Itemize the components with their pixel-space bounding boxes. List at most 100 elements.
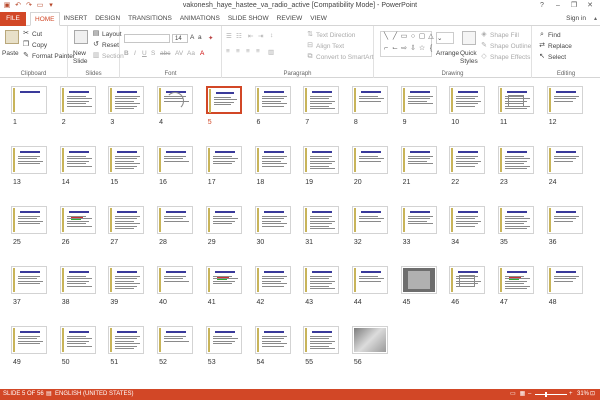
slide-thumbnail[interactable] xyxy=(205,266,242,294)
slide-thumbnail[interactable] xyxy=(303,86,340,114)
find-button[interactable]: ⌕ Find xyxy=(538,31,561,39)
restore-button[interactable]: ❐ xyxy=(566,0,582,11)
cut-button[interactable]: ✂ Cut xyxy=(22,30,42,38)
arrow-right-shape-icon[interactable]: ⇨ xyxy=(400,45,408,52)
shadow-button[interactable]: S xyxy=(151,50,155,57)
slide-thumbnail[interactable] xyxy=(205,146,242,174)
fit-to-window-icon[interactable]: ⊡ xyxy=(590,389,595,400)
new-slide-button-label2[interactable]: Slide xyxy=(73,58,87,65)
slide-thumbnail[interactable] xyxy=(546,146,583,174)
slide-thumbnail[interactable] xyxy=(108,326,145,354)
tab-review[interactable]: REVIEW xyxy=(273,12,307,26)
slide-thumbnail[interactable] xyxy=(157,146,194,174)
italic-button[interactable]: I xyxy=(134,50,136,57)
align-center-icon[interactable]: ≡ xyxy=(236,48,240,55)
section-button[interactable]: ▥ Section xyxy=(92,52,124,60)
minimize-button[interactable]: – xyxy=(550,0,566,11)
slide-thumbnail[interactable] xyxy=(400,86,437,114)
slide-thumbnail[interactable] xyxy=(108,86,145,114)
align-left-icon[interactable]: ≡ xyxy=(226,48,230,55)
triangle-shape-icon[interactable]: △ xyxy=(427,33,435,40)
slide-thumbnail[interactable] xyxy=(498,266,534,294)
columns-icon[interactable]: ▥ xyxy=(268,48,274,56)
slide-thumbnail[interactable] xyxy=(157,86,194,114)
copy-button[interactable]: ❐ Copy xyxy=(22,41,47,49)
slide-thumbnail[interactable] xyxy=(157,266,194,294)
slide-thumbnail[interactable] xyxy=(546,86,583,114)
zoom-out-button[interactable]: – xyxy=(528,389,531,400)
slide-thumbnail[interactable] xyxy=(205,326,242,354)
paste-icon[interactable] xyxy=(5,30,19,44)
shapes-gallery[interactable]: ╲ ╱ ▭ ○ ▢ △ ⌐ ⌙ ⇨ ⇩ ☆ { xyxy=(380,31,435,57)
strikethrough-button[interactable]: abc xyxy=(160,50,170,57)
slide-thumbnail[interactable] xyxy=(449,86,486,114)
zoom-in-button[interactable]: + xyxy=(569,389,573,400)
align-text-button[interactable]: ⊟ Align Text xyxy=(306,42,344,50)
slide-thumbnail[interactable] xyxy=(59,146,96,174)
char-spacing-button[interactable]: AV xyxy=(175,50,183,57)
slide-thumbnail[interactable] xyxy=(108,266,145,294)
decrease-indent-icon[interactable]: ⇤ xyxy=(248,32,253,40)
reset-button[interactable]: ↺ Reset xyxy=(92,41,119,49)
slide-sorter-view-icon[interactable]: ▦ xyxy=(520,389,526,400)
slide-thumbnail[interactable] xyxy=(449,206,486,234)
bold-button[interactable]: B xyxy=(124,50,129,57)
slide-thumbnail[interactable] xyxy=(351,86,388,114)
line-shape2-icon[interactable]: ╱ xyxy=(391,33,399,40)
close-button[interactable]: ✕ xyxy=(582,0,598,11)
shape-fill-button[interactable]: ◈ Shape Fill xyxy=(480,31,519,39)
quick-styles-icon[interactable] xyxy=(462,31,476,45)
slide-thumbnail[interactable] xyxy=(59,206,96,234)
slide-thumbnail[interactable] xyxy=(11,266,47,294)
slide-thumbnail[interactable] xyxy=(449,266,486,294)
slide-thumbnail[interactable] xyxy=(498,86,534,114)
line-shape-icon[interactable]: ╲ xyxy=(382,33,390,40)
slide-thumbnail[interactable] xyxy=(351,206,388,234)
tab-home[interactable]: HOME xyxy=(30,12,60,26)
shape-outline-button[interactable]: ✎ Shape Outline xyxy=(480,42,531,50)
slide-thumbnail[interactable] xyxy=(11,86,47,114)
grow-font-icon[interactable]: A xyxy=(190,34,194,41)
slide-thumbnail[interactable] xyxy=(11,146,47,174)
slide-thumbnail[interactable] xyxy=(59,266,96,294)
arrange-button[interactable]: Arrange xyxy=(436,50,459,57)
shrink-font-icon[interactable]: a xyxy=(198,34,202,41)
slide-thumbnail[interactable] xyxy=(400,266,437,294)
slide-thumbnail[interactable] xyxy=(400,146,437,174)
slide-thumbnail[interactable] xyxy=(303,206,340,234)
spellcheck-icon[interactable]: ▤ xyxy=(46,389,52,400)
font-size-input[interactable]: 14 xyxy=(172,34,188,43)
slide-thumbnail[interactable] xyxy=(254,266,291,294)
increase-indent-icon[interactable]: ⇥ xyxy=(258,32,263,40)
slide-thumbnail[interactable] xyxy=(157,206,194,234)
slide-thumbnail[interactable] xyxy=(11,326,47,354)
slide-thumbnail[interactable] xyxy=(498,206,534,234)
align-right-icon[interactable]: ≡ xyxy=(246,48,250,55)
zoom-slider-thumb[interactable] xyxy=(545,392,547,397)
shape-effects-button[interactable]: ◇ Shape Effects xyxy=(480,53,530,61)
quick-styles-button[interactable]: Quick xyxy=(460,50,477,57)
collapse-ribbon-icon[interactable]: ▴ xyxy=(594,12,597,26)
paste-button[interactable]: Paste xyxy=(2,50,19,57)
slide-thumbnail[interactable] xyxy=(546,266,583,294)
slide-thumbnail[interactable] xyxy=(254,326,291,354)
underline-button[interactable]: U xyxy=(142,50,147,57)
normal-view-icon[interactable]: ▭ xyxy=(510,389,516,400)
select-button[interactable]: ↖ Select xyxy=(538,53,566,61)
slide-thumbnail[interactable] xyxy=(254,86,291,114)
slide-thumbnail[interactable] xyxy=(205,86,242,114)
tab-design[interactable]: DESIGN xyxy=(91,12,124,26)
replace-button[interactable]: ⇄ Replace xyxy=(538,42,572,50)
slide-thumbnail[interactable] xyxy=(303,146,340,174)
language-status[interactable]: ENGLISH (UNITED STATES) xyxy=(55,389,133,400)
bullets-icon[interactable]: ☰ xyxy=(226,32,232,40)
slide-thumbnail[interactable] xyxy=(108,206,145,234)
help-button[interactable]: ? xyxy=(534,0,550,11)
tab-transitions[interactable]: TRANSITIONS xyxy=(124,12,176,26)
slide-thumbnail[interactable] xyxy=(303,326,340,354)
convert-smartart-button[interactable]: ⧉ Convert to SmartArt xyxy=(306,53,374,61)
tab-file[interactable]: FILE xyxy=(0,12,26,26)
clear-format-icon[interactable]: ✦ xyxy=(208,34,213,42)
rounded-rect-shape-icon[interactable]: ▢ xyxy=(418,33,426,40)
brace-shape-icon[interactable]: { xyxy=(427,45,435,52)
